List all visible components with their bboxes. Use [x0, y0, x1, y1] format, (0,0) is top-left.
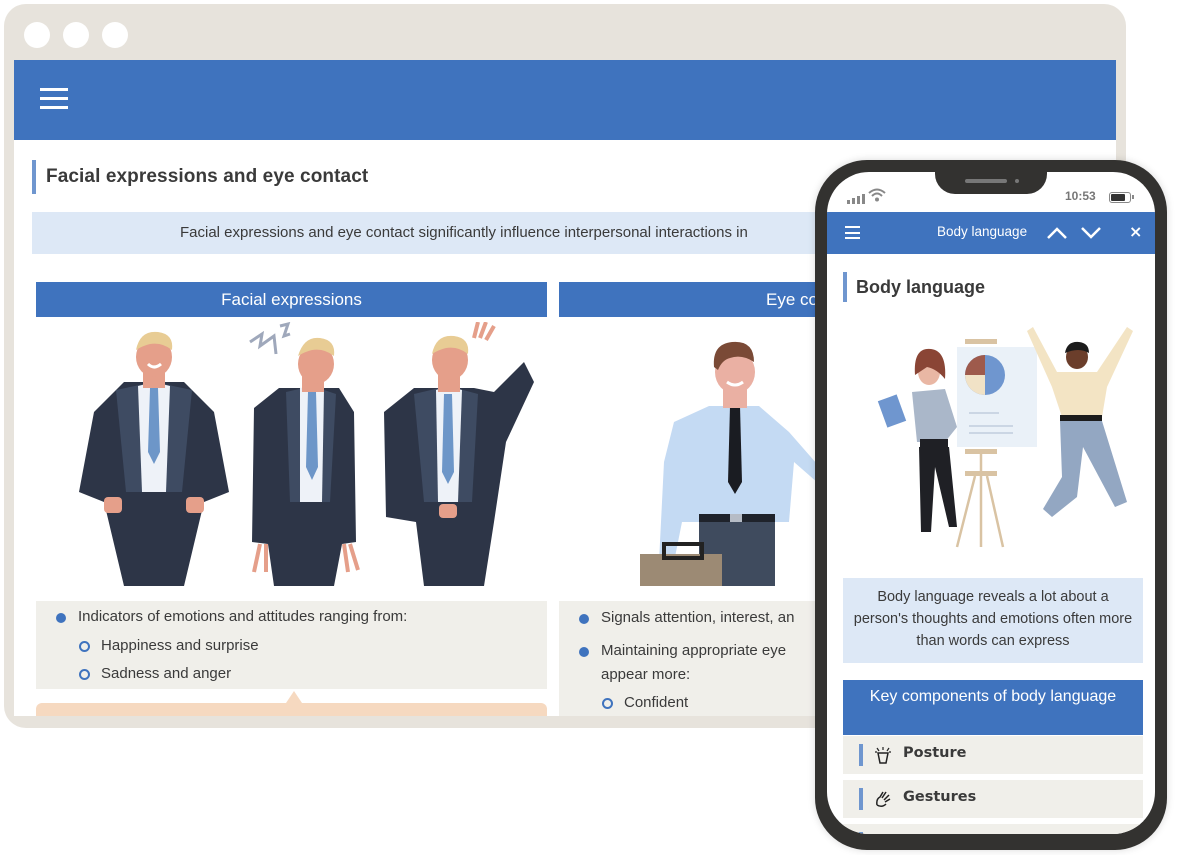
phone-mockup: 10:53 Body language × Body language Body… — [815, 160, 1167, 850]
eye-contact-bullets: Signals attention, interest, an Maintain… — [559, 601, 859, 716]
hamburger-icon[interactable] — [40, 88, 68, 110]
bullet-dot-icon — [579, 614, 589, 624]
bullet-text: Signals attention, interest, an — [601, 609, 795, 626]
component-label: Gestures — [903, 789, 977, 805]
item-accent-bar — [859, 788, 863, 810]
bullet-text: Maintaining appropriate eye — [601, 642, 787, 659]
bullet-item: Maintaining appropriate eye — [579, 642, 787, 659]
sub-bullet-text: Sadness and anger — [101, 665, 232, 682]
gestures-icon — [876, 791, 891, 808]
bullet-circle-icon — [79, 641, 90, 652]
sub-bullet-item: Confident — [602, 694, 689, 711]
hamburger-icon[interactable] — [845, 226, 860, 239]
stressed-businessman — [384, 322, 534, 586]
eye-contact-illustration — [640, 341, 834, 586]
phone-screen: 10:53 Body language × Body language Body… — [827, 172, 1155, 834]
window-control-dot[interactable] — [102, 22, 128, 48]
top-navigation-bar — [14, 60, 1116, 140]
bullet-item: Indicators of emotions and attitudes ran… — [56, 608, 408, 625]
phone-notch — [935, 172, 1047, 194]
phone-nav-title[interactable]: Body language — [937, 224, 1027, 239]
component-item-posture[interactable]: Posture — [843, 736, 1143, 774]
chevron-up-icon[interactable] — [1045, 222, 1069, 244]
sad-businessman — [249, 322, 360, 586]
bullet-dot-icon — [579, 647, 589, 657]
phone-page-heading: Body language — [843, 272, 985, 302]
item-accent-bar — [859, 744, 863, 766]
signal-icon — [847, 194, 865, 204]
window-controls — [24, 22, 128, 48]
phone-intro-banner: Body language reveals a lot about a pers… — [843, 578, 1143, 663]
battery-icon — [1109, 192, 1134, 203]
component-item-partial[interactable] — [843, 824, 1143, 834]
window-control-dot[interactable] — [24, 22, 50, 48]
page-title: Facial expressions and eye contact — [32, 160, 368, 194]
bullet-item: Signals attention, interest, an — [579, 609, 795, 626]
close-icon[interactable]: × — [1129, 222, 1142, 241]
body-language-illustration — [877, 327, 1133, 548]
phone-nav-bar: Body language × — [827, 212, 1155, 254]
item-accent-bar — [859, 832, 863, 834]
bullet-text: Indicators of emotions and attitudes ran… — [78, 608, 408, 625]
sub-bullet-item: Sadness and anger — [79, 665, 232, 682]
sub-bullet-text: Happiness and surprise — [101, 637, 259, 654]
callout-box — [36, 691, 547, 716]
status-time: 10:53 — [1065, 189, 1096, 203]
businessmen-expressions-illustration — [79, 322, 534, 586]
sub-bullet-item: Happiness and surprise — [79, 637, 259, 654]
chevron-down-icon[interactable] — [1079, 222, 1103, 244]
component-item-gestures[interactable]: Gestures — [843, 780, 1143, 818]
key-components-header: Key components of body language — [843, 680, 1143, 735]
bullet-circle-icon — [79, 669, 90, 680]
bullet-continuation: appear more: — [601, 666, 691, 683]
facial-expressions-header: Facial expressions — [36, 282, 547, 317]
wifi-icon — [868, 188, 886, 202]
sub-bullet-text: Confident — [624, 694, 689, 711]
posture-icon — [875, 747, 891, 764]
bullet-dot-icon — [56, 613, 66, 623]
facial-expressions-bullets: Indicators of emotions and attitudes ran… — [36, 601, 547, 689]
component-label: Posture — [903, 745, 967, 761]
happy-businessman — [79, 331, 229, 586]
window-control-dot[interactable] — [63, 22, 89, 48]
bullet-circle-icon — [602, 698, 613, 709]
